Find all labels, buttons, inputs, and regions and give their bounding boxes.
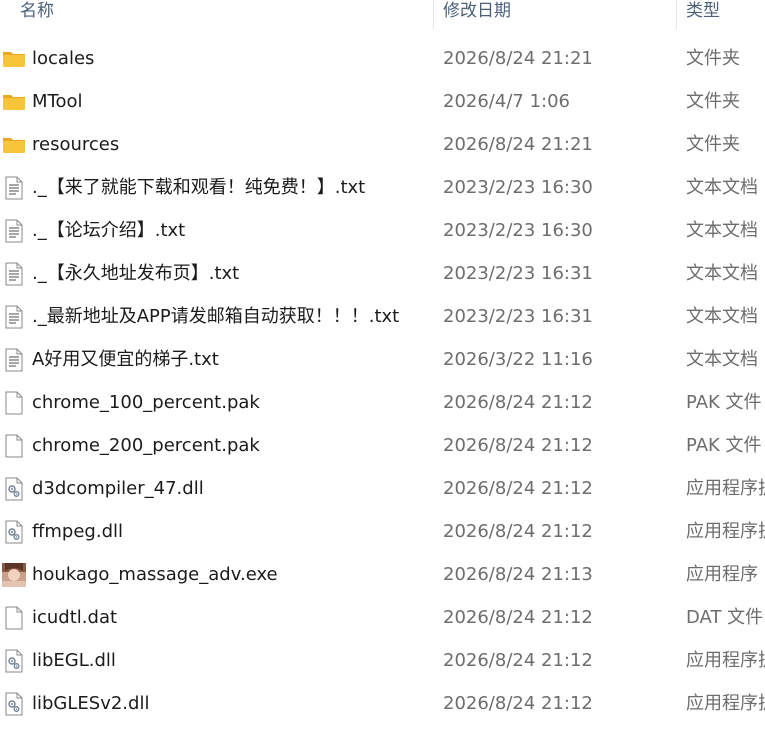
file-row[interactable]: libEGL.dll 2026/8/24 21:12 应用程序扩展 <box>0 639 765 682</box>
dll-file-icon <box>2 692 26 716</box>
column-header-type[interactable]: 类型 <box>686 0 720 29</box>
file-name: ._【论坛介绍】.txt <box>32 220 186 241</box>
file-type: 文本文档 <box>686 349 758 370</box>
file-row[interactable]: houkago_massage_adv.exe 2026/8/24 21:13 应用… <box>0 553 765 596</box>
file-row[interactable]: chrome_100_percent.pak 2026/8/24 21:12 PAK… <box>0 381 765 424</box>
file-name: libGLESv2.dll <box>32 693 150 714</box>
file-type: PAK 文件 <box>686 435 762 456</box>
file-name: ._【永久地址发布页】.txt <box>32 263 240 284</box>
text-file-icon <box>2 176 26 200</box>
file-modified-date: 2026/8/24 21:12 <box>443 521 593 542</box>
column-header-date[interactable]: 修改日期 <box>443 0 511 29</box>
column-divider[interactable] <box>433 0 434 29</box>
text-file-icon <box>2 262 26 286</box>
file-row[interactable]: icudtl.dat 2026/8/24 21:12 DAT 文件 <box>0 596 765 639</box>
file-modified-date: 2026/8/24 21:21 <box>443 48 593 69</box>
app-exe-icon <box>2 563 26 587</box>
file-modified-date: 2023/2/23 16:31 <box>443 306 593 327</box>
file-type: 应用程序扩展 <box>686 650 765 671</box>
file-modified-date: 2026/4/7 1:06 <box>443 91 570 112</box>
file-modified-date: 2026/8/24 21:21 <box>443 134 593 155</box>
text-file-icon <box>2 219 26 243</box>
file-modified-date: 2026/3/22 11:16 <box>443 349 593 370</box>
file-row[interactable]: resources 2026/8/24 21:21 文件夹 <box>0 123 765 166</box>
blank-file-icon <box>2 606 26 630</box>
column-header-name[interactable]: 名称 <box>20 0 54 29</box>
blank-file-icon <box>2 434 26 458</box>
file-name: MTool <box>32 91 83 112</box>
dll-file-icon <box>2 520 26 544</box>
file-name: chrome_200_percent.pak <box>32 435 260 456</box>
file-name: chrome_100_percent.pak <box>32 392 260 413</box>
file-type: 文本文档 <box>686 263 758 284</box>
file-modified-date: 2026/8/24 21:12 <box>443 392 593 413</box>
file-name: icudtl.dat <box>32 607 118 628</box>
file-type: 应用程序 <box>686 564 758 585</box>
file-type: DAT 文件 <box>686 607 764 628</box>
file-row[interactable]: d3dcompiler_47.dll 2026/8/24 21:12 应用程序扩展 <box>0 467 765 510</box>
file-type: 文件夹 <box>686 48 740 69</box>
file-modified-date: 2026/8/24 21:12 <box>443 607 593 628</box>
file-modified-date: 2023/2/23 16:30 <box>443 177 593 198</box>
file-type: 文本文档 <box>686 306 758 327</box>
dll-file-icon <box>2 649 26 673</box>
file-row[interactable]: chrome_200_percent.pak 2026/8/24 21:12 PAK… <box>0 424 765 467</box>
file-name: ._最新地址及APP请发邮箱自动获取！！！.txt <box>32 306 400 327</box>
file-type: 文件夹 <box>686 134 740 155</box>
file-type: 文本文档 <box>686 220 758 241</box>
file-type: PAK 文件 <box>686 392 762 413</box>
column-divider[interactable] <box>676 0 677 29</box>
file-row[interactable]: A好用又便宜的梯子.txt 2026/3/22 11:16 文本文档 <box>0 338 765 381</box>
column-header-bar: 名称 修改日期 类型 <box>0 0 765 29</box>
file-modified-date: 2023/2/23 16:31 <box>443 263 593 284</box>
file-list: locales 2026/8/24 21:21 文件夹 MTool 2026/4/7 1… <box>0 37 765 725</box>
file-name: houkago_massage_adv.exe <box>32 564 278 585</box>
dll-file-icon <box>2 477 26 501</box>
file-name: ffmpeg.dll <box>32 521 124 542</box>
file-name: d3dcompiler_47.dll <box>32 478 204 499</box>
file-modified-date: 2026/8/24 21:12 <box>443 650 593 671</box>
file-name: locales <box>32 48 95 69</box>
file-name: resources <box>32 134 120 155</box>
file-type: 应用程序扩展 <box>686 478 765 499</box>
file-modified-date: 2026/8/24 21:13 <box>443 564 593 585</box>
file-row[interactable]: ._【永久地址发布页】.txt 2023/2/23 16:31 文本文档 <box>0 252 765 295</box>
file-row[interactable]: locales 2026/8/24 21:21 文件夹 <box>0 37 765 80</box>
file-modified-date: 2026/8/24 21:12 <box>443 478 593 499</box>
file-modified-date: 2026/8/24 21:12 <box>443 693 593 714</box>
file-name: libEGL.dll <box>32 650 116 671</box>
text-file-icon <box>2 348 26 372</box>
file-type: 应用程序扩展 <box>686 693 765 714</box>
blank-file-icon <box>2 391 26 415</box>
file-type: 应用程序扩展 <box>686 521 765 542</box>
folder-icon <box>2 133 26 157</box>
file-type: 文件夹 <box>686 91 740 112</box>
file-row[interactable]: MTool 2026/4/7 1:06 文件夹 <box>0 80 765 123</box>
folder-icon <box>2 90 26 114</box>
text-file-icon <box>2 305 26 329</box>
file-modified-date: 2026/8/24 21:12 <box>443 435 593 456</box>
file-row[interactable]: ._最新地址及APP请发邮箱自动获取！！！.txt 2023/2/23 16:31… <box>0 295 765 338</box>
file-row[interactable]: ffmpeg.dll 2026/8/24 21:12 应用程序扩展 <box>0 510 765 553</box>
file-name: A好用又便宜的梯子.txt <box>32 349 219 370</box>
file-row[interactable]: ._【来了就能下载和观看！纯免费！】.txt 2023/2/23 16:30 文本文… <box>0 166 765 209</box>
file-row[interactable]: ._【论坛介绍】.txt 2023/2/23 16:30 文本文档 <box>0 209 765 252</box>
folder-icon <box>2 47 26 71</box>
file-row[interactable]: libGLESv2.dll 2026/8/24 21:12 应用程序扩展 <box>0 682 765 725</box>
file-modified-date: 2023/2/23 16:30 <box>443 220 593 241</box>
file-name: ._【来了就能下载和观看！纯免费！】.txt <box>32 177 366 198</box>
file-type: 文本文档 <box>686 177 758 198</box>
